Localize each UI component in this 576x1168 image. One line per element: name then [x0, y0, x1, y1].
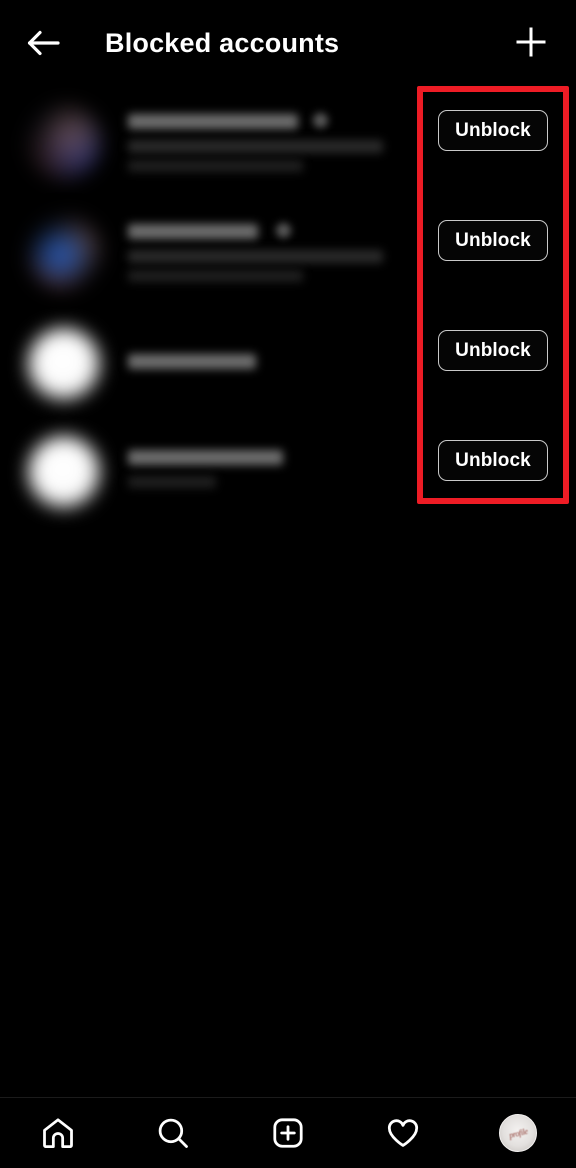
username-redacted — [128, 450, 283, 465]
username-redacted — [128, 224, 258, 239]
list-item[interactable]: Unblock — [0, 96, 576, 196]
plus-icon — [516, 27, 546, 57]
verified-badge-icon — [313, 113, 328, 128]
nav-home[interactable] — [13, 1098, 103, 1168]
avatar — [18, 426, 110, 518]
back-arrow-icon — [27, 30, 60, 56]
unblock-button[interactable]: Unblock — [438, 330, 548, 371]
subtitle-redacted — [128, 250, 383, 263]
unblock-button[interactable]: Unblock — [438, 440, 548, 481]
plus-square-icon — [273, 1118, 303, 1148]
unblock-button[interactable]: Unblock — [438, 110, 548, 151]
profile-picture-blurred — [25, 103, 103, 181]
verified-badge-icon — [276, 223, 291, 238]
unblock-button[interactable]: Unblock — [438, 220, 548, 261]
profile-avatar-icon: profile — [499, 1114, 538, 1152]
avatar-watermark: profile — [508, 1126, 529, 1140]
heart-icon — [388, 1119, 419, 1147]
search-icon — [158, 1118, 188, 1148]
nav-profile[interactable]: profile — [473, 1098, 563, 1168]
username-redacted — [128, 114, 298, 129]
app-header: Blocked accounts — [0, 0, 576, 86]
home-icon — [42, 1118, 73, 1149]
profile-picture-blurred — [28, 436, 100, 508]
add-account-button[interactable] — [504, 15, 558, 69]
nav-search[interactable] — [128, 1098, 218, 1168]
avatar — [18, 318, 110, 410]
subtitle-redacted — [128, 160, 303, 172]
profile-picture-blurred — [25, 213, 103, 291]
subtitle-redacted — [128, 140, 383, 153]
avatar — [18, 206, 110, 298]
list-item[interactable]: Unblock — [0, 206, 576, 306]
username-redacted — [128, 354, 256, 369]
back-button[interactable] — [18, 17, 70, 69]
bottom-navigation-bar: profile — [0, 1097, 576, 1168]
nav-create[interactable] — [243, 1098, 333, 1168]
nav-activity[interactable] — [358, 1098, 448, 1168]
subtitle-redacted — [128, 270, 303, 282]
list-item[interactable]: Unblock — [0, 422, 576, 530]
avatar — [18, 96, 110, 188]
profile-picture-blurred — [28, 328, 100, 400]
subtitle-redacted — [128, 476, 216, 488]
page-title: Blocked accounts — [105, 28, 340, 58]
list-item[interactable]: Unblock — [0, 314, 576, 422]
